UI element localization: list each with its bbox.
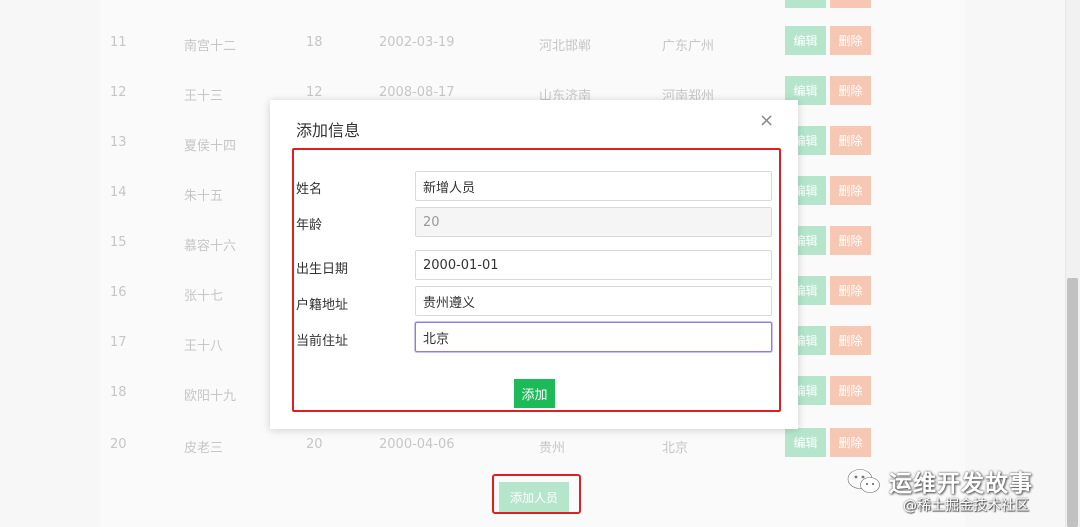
row-id: 16	[110, 285, 127, 300]
row-id: 14	[110, 185, 127, 200]
wechat-icon	[847, 468, 880, 493]
row-name: 欧阳十九	[184, 389, 237, 404]
delete-button[interactable]: 删除	[830, 176, 871, 205]
row-name: 夏侯十四	[184, 139, 237, 154]
current-address-input[interactable]	[415, 322, 772, 352]
row-id: 15	[110, 235, 127, 250]
row-birthplace: 河北邯郸	[539, 39, 592, 54]
add-info-modal: 添加信息 × 姓名 年龄 出生日期 户籍地址 当前住址 添加	[270, 100, 798, 429]
row-id: 11	[110, 35, 127, 50]
delete-button[interactable]: 删除	[830, 428, 871, 457]
age-label: 年龄	[296, 218, 323, 233]
row-date: 2002-03-19	[379, 35, 455, 50]
row-name: 朱十五	[184, 189, 224, 204]
delete-button[interactable]: 删除	[830, 26, 871, 55]
watermark-title: 运维开发故事	[889, 471, 1033, 497]
row-name: 王十三	[184, 89, 224, 104]
row-age: 12	[306, 85, 323, 100]
watermark: 运维开发故事 @稀土掘金技术社区	[847, 462, 1062, 522]
row-id: 20	[110, 437, 127, 452]
row-name: 张十七	[184, 289, 224, 304]
current-address-label: 当前住址	[296, 334, 349, 349]
row-id: 17	[110, 335, 127, 350]
hukou-address-input[interactable]	[415, 286, 772, 316]
modal-title: 添加信息	[296, 121, 361, 140]
row-id: 18	[110, 385, 127, 400]
row-date: 2000-04-06	[379, 437, 455, 452]
row-age: 18	[306, 35, 323, 50]
edit-button[interactable]: 编辑	[785, 428, 826, 457]
submit-add-button[interactable]: 添加	[514, 379, 555, 408]
delete-button[interactable]: 删除	[830, 376, 871, 405]
row-id: 12	[110, 85, 127, 100]
row-name: 南宫十二	[184, 39, 237, 54]
scrollbar-thumb[interactable]	[1067, 278, 1078, 527]
row-id: 13	[110, 135, 127, 150]
name-label: 姓名	[296, 182, 323, 197]
delete-button-partial[interactable]	[830, 0, 871, 8]
delete-button[interactable]: 删除	[830, 276, 871, 305]
row-age: 20	[306, 437, 323, 452]
birth-date-label: 出生日期	[296, 262, 349, 277]
row-name: 王十八	[184, 339, 224, 354]
name-input[interactable]	[415, 171, 772, 201]
age-input[interactable]	[415, 207, 772, 237]
birth-date-input[interactable]	[415, 250, 772, 280]
hukou-address-label: 户籍地址	[296, 298, 349, 313]
scrollbar[interactable]	[1065, 0, 1080, 527]
delete-button[interactable]: 删除	[830, 126, 871, 155]
delete-button[interactable]: 删除	[830, 226, 871, 255]
row-birthplace: 贵州	[539, 441, 566, 456]
row-address: 北京	[662, 441, 689, 456]
row-name: 皮老三	[184, 441, 224, 456]
row-address: 广东广州	[662, 39, 715, 54]
delete-button[interactable]: 删除	[830, 76, 871, 105]
row-date: 2008-08-17	[379, 85, 455, 100]
edit-button[interactable]: 编辑	[785, 26, 826, 55]
row-name: 慕容十六	[184, 239, 237, 254]
close-icon[interactable]: ×	[759, 112, 774, 130]
watermark-subtitle: @稀土掘金技术社区	[903, 498, 1029, 514]
table-row: 11 南宫十二 18 2002-03-19 河北邯郸 广东广州 编辑 删除	[100, 18, 965, 68]
edit-button-partial[interactable]	[785, 0, 826, 8]
delete-button[interactable]: 删除	[830, 326, 871, 355]
add-person-highlight	[492, 474, 581, 514]
